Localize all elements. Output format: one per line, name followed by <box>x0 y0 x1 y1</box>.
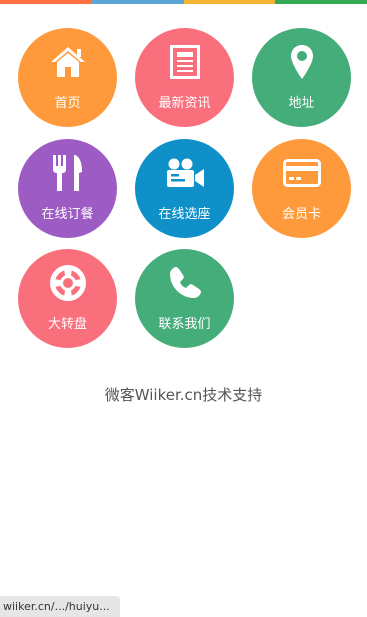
tile-label: 联系我们 <box>158 317 211 332</box>
top-bar-segment-4 <box>275 0 367 4</box>
tile-label: 最新资讯 <box>158 96 211 111</box>
tile-address[interactable]: 地址 <box>252 28 351 127</box>
tile-label: 首页 <box>54 96 81 111</box>
tile-home[interactable]: 首页 <box>18 28 117 127</box>
lifebuoy-icon <box>18 263 117 303</box>
fork-knife-icon <box>18 153 117 193</box>
tech-support-text: 微客Wiiker.cn技术支持 <box>104 386 263 404</box>
tile-select-seat[interactable]: 在线选座 <box>135 139 234 238</box>
top-bar-segment-3 <box>183 0 276 4</box>
top-bar-segment-1 <box>0 0 92 4</box>
tile-label: 在线选座 <box>158 207 211 222</box>
tile-order-food[interactable]: 在线订餐 <box>18 139 117 238</box>
news-icon <box>135 42 234 82</box>
tile-label: 大转盘 <box>47 317 87 332</box>
top-color-bar <box>0 0 367 4</box>
tile-label: 地址 <box>288 96 315 111</box>
home-icon <box>18 42 117 82</box>
card-icon <box>252 153 351 193</box>
video-camera-icon <box>135 153 234 193</box>
top-bar-segment-2 <box>91 0 184 4</box>
phone-icon <box>135 263 234 303</box>
tile-label: 在线订餐 <box>41 207 94 222</box>
location-pin-icon <box>252 42 351 82</box>
tile-label: 会员卡 <box>281 207 321 222</box>
tile-news[interactable]: 最新资讯 <box>135 28 234 127</box>
tile-member-card[interactable]: 会员卡 <box>252 139 351 238</box>
status-bar-url: wiiker.cn/.../huiyu... <box>0 596 120 617</box>
tile-contact-us[interactable]: 联系我们 <box>135 249 234 348</box>
tile-lucky-wheel[interactable]: 大转盘 <box>18 249 117 348</box>
